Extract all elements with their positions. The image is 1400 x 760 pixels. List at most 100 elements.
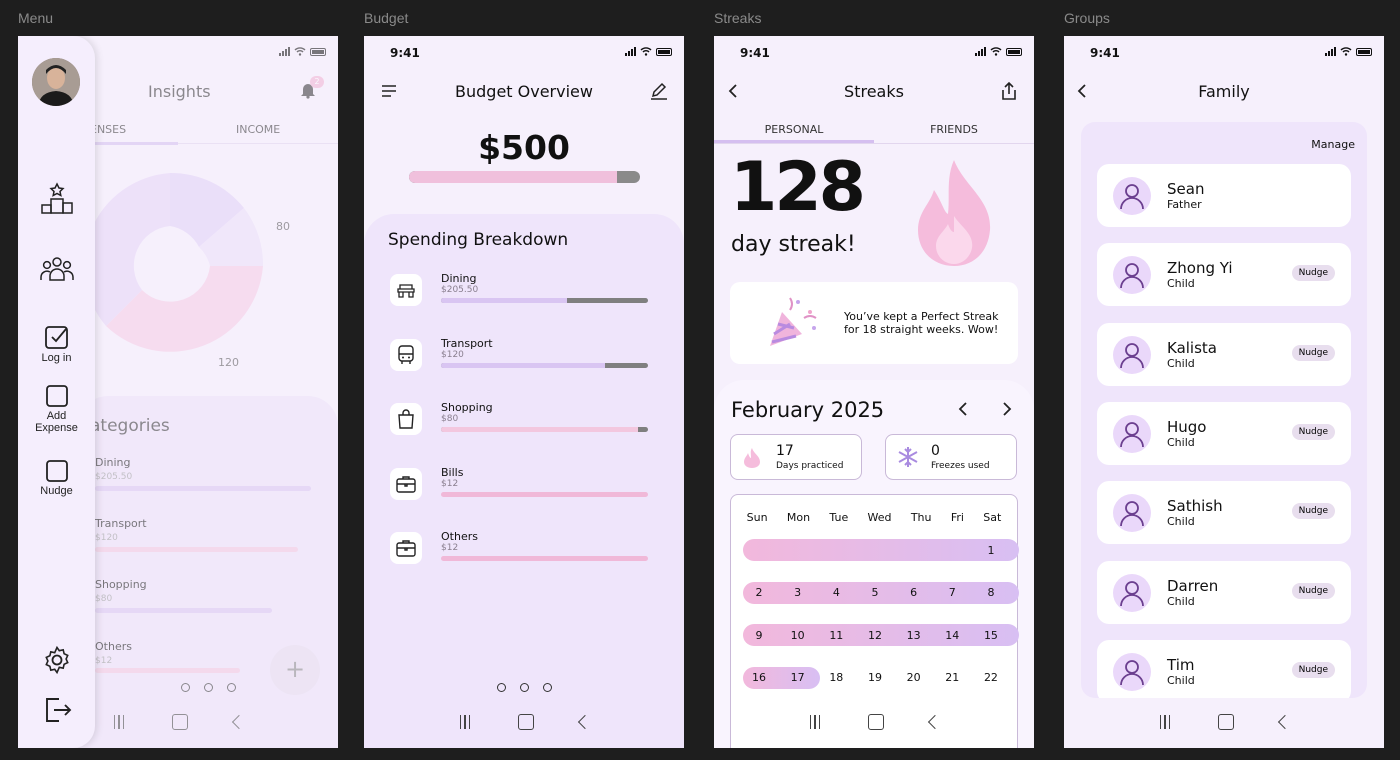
recent-apps-icon[interactable] [112, 715, 126, 729]
status-time: 9:41 [390, 46, 420, 60]
back-icon[interactable] [927, 714, 943, 730]
family-member-card[interactable]: Sathish Child Nudge [1097, 481, 1351, 545]
spending-item[interactable]: Transport $120 [390, 336, 648, 377]
nudge-button[interactable]: Nudge [1291, 265, 1335, 282]
nudge-button[interactable]: Nudge [1291, 661, 1335, 678]
calendar-day[interactable]: 13 [902, 629, 926, 642]
back-icon[interactable] [1277, 714, 1293, 730]
calendar-day[interactable]: 20 [902, 671, 926, 684]
flame-icon [918, 160, 991, 266]
family-member-card[interactable]: Hugo Child Nudge [1097, 401, 1351, 465]
home-icon[interactable] [1218, 714, 1234, 730]
tab-expenses[interactable]: ENSES [90, 123, 178, 145]
groups-screen: 9:41 Family Manage Sean Father Zhong Yi Chi… [1064, 36, 1384, 748]
section-title: Spending Breakdown [388, 230, 569, 250]
calendar-day[interactable]: 9 [747, 629, 771, 642]
nudge-button[interactable]: Nudge [1291, 344, 1335, 361]
family-member-card[interactable]: Sean Father [1097, 164, 1351, 227]
nudge-menu-item[interactable]: Nudge [18, 459, 95, 497]
perfect-streak-card: You’ve kept a Perfect Streak for 18 stra… [730, 282, 1018, 364]
tab-income[interactable]: INCOME [236, 123, 280, 136]
calendar-day[interactable]: 16 [747, 671, 771, 684]
home-icon[interactable] [172, 714, 188, 730]
calendar-day[interactable]: 22 [979, 671, 1003, 684]
family-member-card[interactable]: Kalista Child Nudge [1097, 322, 1351, 386]
spending-item-name: Dining [441, 272, 477, 285]
tab-personal[interactable]: PERSONAL [714, 120, 874, 143]
battery-icon [310, 47, 326, 56]
user-icon [1120, 580, 1144, 606]
avatar[interactable] [32, 58, 80, 106]
family-member-card[interactable]: Darren Child Nudge [1097, 560, 1351, 624]
calendar-day[interactable]: 8 [979, 586, 1003, 599]
prev-month-icon[interactable] [958, 402, 968, 416]
leaderboard-menu-item[interactable] [18, 181, 95, 217]
recent-apps-icon[interactable] [458, 715, 472, 729]
calendar-day[interactable]: 4 [824, 586, 848, 599]
next-month-icon[interactable] [1002, 402, 1012, 416]
bg-category-name: Others [95, 640, 132, 653]
back-icon[interactable] [231, 714, 247, 730]
calendar-day[interactable]: 1 [979, 544, 1003, 557]
nudge-button[interactable]: Nudge [1291, 423, 1335, 440]
perfect-streak-message: You’ve kept a Perfect Streak for 18 stra… [844, 310, 999, 336]
calendar-day[interactable]: 14 [940, 629, 964, 642]
calendar-day[interactable]: 11 [824, 629, 848, 642]
family-member-card[interactable]: Zhong Yi Child Nudge [1097, 243, 1351, 307]
weekday-label: Thu [910, 511, 932, 524]
calendar-day[interactable]: 15 [979, 629, 1003, 642]
spending-item[interactable]: Bills $12 [390, 466, 648, 506]
user-icon [1120, 184, 1144, 210]
tab-friends[interactable]: FRIENDS [874, 120, 1034, 143]
checkbox-icon [44, 326, 68, 349]
log-in-menu-item[interactable]: Log in [18, 324, 95, 364]
recent-apps-icon[interactable] [1158, 715, 1172, 729]
home-icon[interactable] [518, 714, 534, 730]
back-icon[interactable] [577, 714, 593, 730]
member-role: Child [1167, 356, 1195, 370]
spending-bar-fill [441, 362, 605, 368]
calendar-day[interactable]: 19 [863, 671, 887, 684]
calendar-day[interactable]: 7 [940, 586, 964, 599]
share-button[interactable] [998, 80, 1020, 102]
home-icon[interactable] [868, 714, 884, 730]
calendar-day[interactable]: 12 [863, 629, 887, 642]
calendar-day[interactable]: 18 [824, 671, 848, 684]
spending-item[interactable]: Dining $205.50 [390, 272, 648, 312]
manage-link[interactable]: Manage [1311, 138, 1355, 151]
avatar [1113, 414, 1151, 453]
calendar-day[interactable]: 3 [786, 586, 810, 599]
nudge-button[interactable]: Nudge [1291, 503, 1335, 520]
member-name: Sean [1167, 180, 1205, 198]
family-member-card[interactable]: Tim Child Nudge [1097, 639, 1351, 698]
calendar-day[interactable]: 17 [786, 671, 810, 684]
spending-item[interactable]: Others $12 [390, 530, 648, 570]
notification-badge: 2 [310, 76, 324, 88]
add-expense-menu-item[interactable]: Add Expense [18, 384, 95, 434]
spending-item-name: Transport [441, 336, 493, 350]
avatar [1113, 335, 1151, 374]
spending-item[interactable]: Shopping $80 [390, 401, 648, 441]
calendar-day[interactable]: 10 [786, 629, 810, 642]
calendar-day[interactable]: 21 [940, 671, 964, 684]
groups-menu-item[interactable] [18, 252, 95, 288]
calendar-day[interactable]: 6 [902, 586, 926, 599]
calendar-day[interactable]: 5 [863, 586, 887, 599]
page-dots [364, 683, 684, 692]
days-practiced-label: Days practiced [776, 461, 844, 471]
edit-button[interactable] [648, 80, 670, 102]
party-popper-icon [770, 297, 817, 346]
snowflake-icon [898, 447, 918, 467]
settings-menu-item[interactable] [18, 645, 95, 677]
frame-label-menu: Menu [18, 10, 54, 26]
spending-item-value: $205.50 [441, 285, 479, 295]
calendar-week: 16 17 18 19 20 21 22 [743, 667, 1007, 689]
calendar-day[interactable]: 2 [747, 586, 771, 599]
recent-apps-icon[interactable] [808, 715, 822, 729]
spending-icon-box [390, 467, 422, 500]
spending-bar [441, 491, 648, 497]
logout-menu-item[interactable] [18, 695, 95, 727]
nudge-button[interactable]: Nudge [1291, 582, 1335, 599]
streaks-header: Streaks [714, 76, 1034, 106]
streaks-tabs: PERSONAL FRIENDS [714, 120, 1034, 144]
